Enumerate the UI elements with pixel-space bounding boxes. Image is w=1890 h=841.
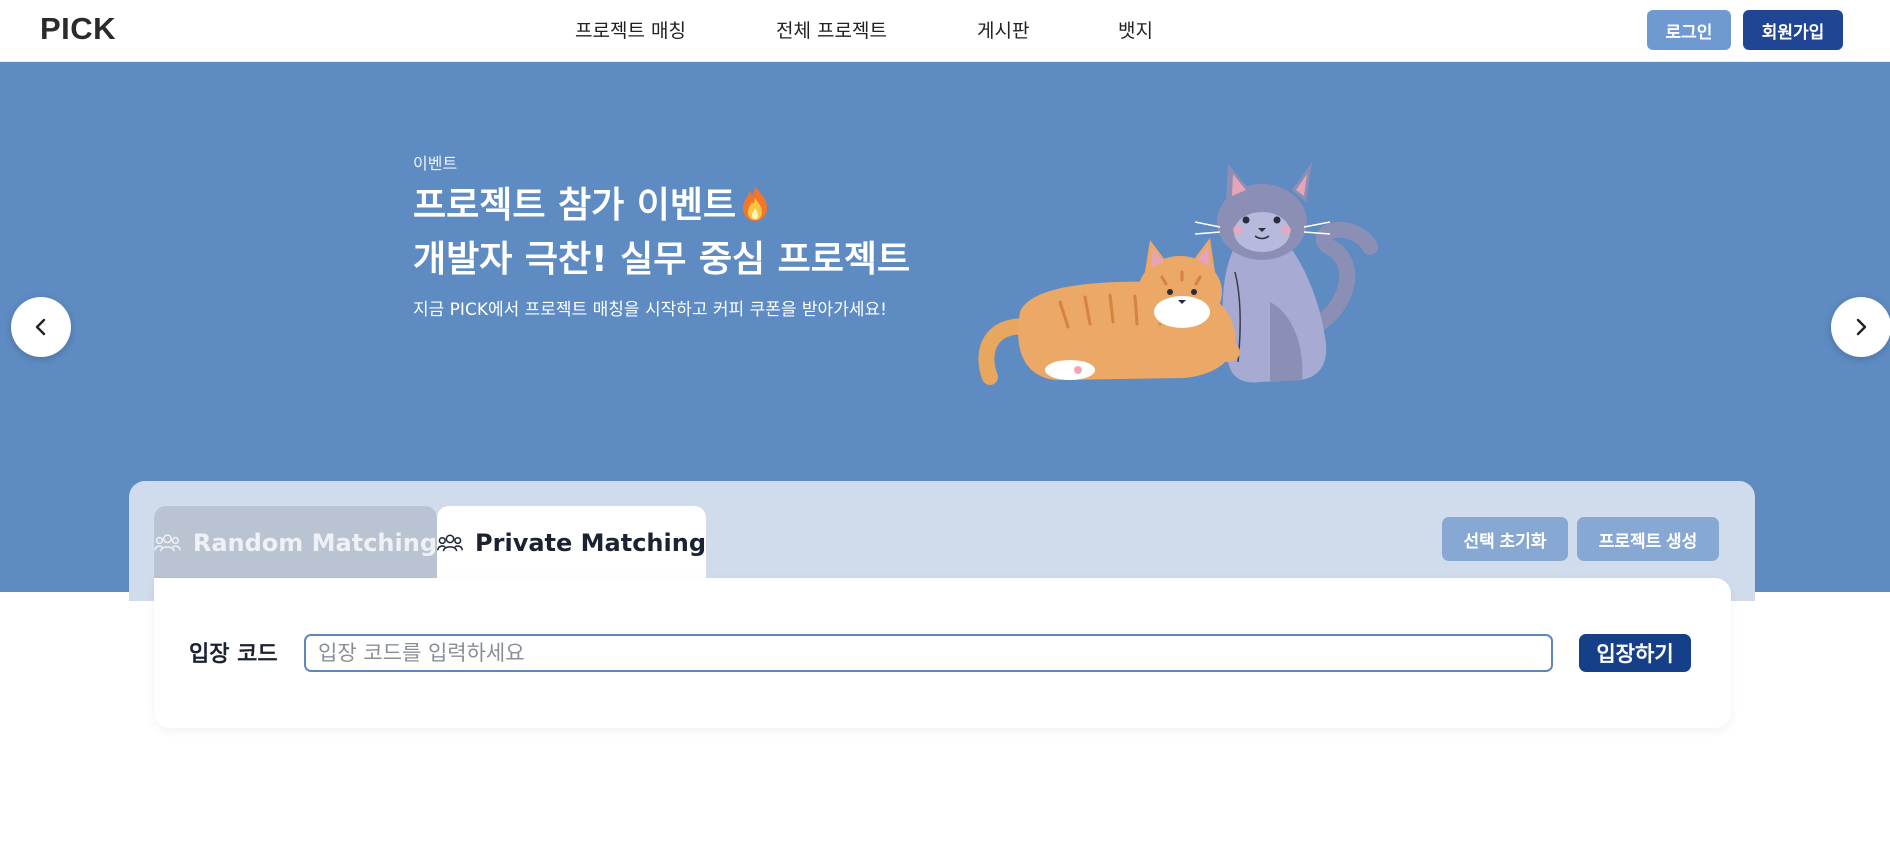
signup-button[interactable]: 회원가입 xyxy=(1743,10,1843,50)
cats-illustration xyxy=(970,152,1390,396)
tab-random-label: Random Matching xyxy=(192,529,437,557)
banner-title: 프로젝트 참가 이벤트 xyxy=(413,176,770,231)
reset-selection-button[interactable]: 선택 초기화 xyxy=(1442,517,1568,561)
entry-code-input[interactable] xyxy=(304,634,1553,672)
carousel-next-button[interactable] xyxy=(1831,297,1890,357)
banner-eyebrow: 이벤트 xyxy=(413,154,458,173)
tab-random-matching[interactable]: Random Matching xyxy=(154,506,437,580)
top-header: PICK 프로젝트 매칭 전체 프로젝트 게시판 뱃지 로그인 회원가입 xyxy=(0,0,1890,62)
logo[interactable]: PICK xyxy=(40,11,116,47)
tab-private-label: Private Matching xyxy=(475,529,706,557)
nav-all-projects[interactable]: 전체 프로젝트 xyxy=(776,16,887,43)
banner-subtitle: 개발자 극찬! 실무 중심 프로젝트 xyxy=(413,239,911,280)
enter-button[interactable]: 입장하기 xyxy=(1579,634,1691,672)
chevron-left-icon xyxy=(35,318,46,336)
banner-title-text: 프로젝트 참가 이벤트 xyxy=(413,185,737,226)
users-icon xyxy=(154,534,181,552)
nav-board[interactable]: 게시판 xyxy=(977,16,1029,43)
banner-description: 지금 PICK에서 프로젝트 매칭을 시작하고 커피 쿠폰을 받아가세요! xyxy=(413,300,887,320)
tab-private-matching[interactable]: Private Matching xyxy=(437,506,706,580)
carousel-prev-button[interactable] xyxy=(11,297,71,357)
login-button[interactable]: 로그인 xyxy=(1647,10,1731,50)
nav-project-matching[interactable]: 프로젝트 매칭 xyxy=(575,16,686,43)
create-project-button[interactable]: 프로젝트 생성 xyxy=(1577,517,1719,561)
chevron-right-icon xyxy=(1856,318,1867,336)
nav-badge[interactable]: 뱃지 xyxy=(1118,16,1153,43)
entry-code-label: 입장 코드 xyxy=(189,642,278,667)
users-icon xyxy=(437,534,463,552)
fire-icon xyxy=(740,184,770,231)
